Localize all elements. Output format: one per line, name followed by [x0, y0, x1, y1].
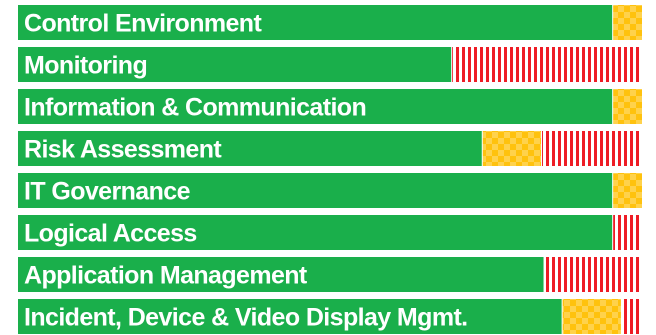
bar-row: Control Environment — [18, 5, 642, 40]
bar-segment-red — [451, 47, 642, 82]
bars-layer: Control Environment Monitoring Information… — [18, 5, 642, 334]
bar-row: Risk Assessment — [18, 131, 642, 166]
category-label: Monitoring — [24, 52, 147, 80]
bar-segment-yellow — [612, 5, 642, 40]
bar-segment-yellow — [612, 173, 642, 208]
category-label: IT Governance — [24, 178, 191, 206]
category-label: Information & Communication — [24, 94, 366, 122]
bar-row: Incident, Device & Video Display Mgmt. — [18, 299, 642, 334]
bar-row: Logical Access — [18, 215, 642, 250]
bar-segment-red — [621, 299, 642, 334]
category-label: Application Management — [24, 262, 308, 290]
bar-segment-red — [612, 215, 642, 250]
bar-segment-red — [544, 257, 642, 292]
bar-segment-yellow — [612, 89, 642, 124]
bar-row: Information & Communication — [18, 89, 642, 124]
bar-segment-yellow — [482, 131, 542, 166]
category-label: Control Environment — [24, 10, 262, 38]
category-label: Incident, Device & Video Display Mgmt. — [24, 304, 468, 332]
bar-row: IT Governance — [18, 173, 642, 208]
category-label: Risk Assessment — [24, 136, 222, 164]
bar-row: Application Management — [18, 257, 642, 292]
control-area-chart: Control Environment Monitoring Information… — [18, 5, 642, 334]
bar-row: Monitoring — [18, 47, 642, 82]
bar-segment-yellow — [562, 299, 622, 334]
bar-segment-red — [541, 131, 642, 166]
category-label: Logical Access — [24, 220, 197, 248]
